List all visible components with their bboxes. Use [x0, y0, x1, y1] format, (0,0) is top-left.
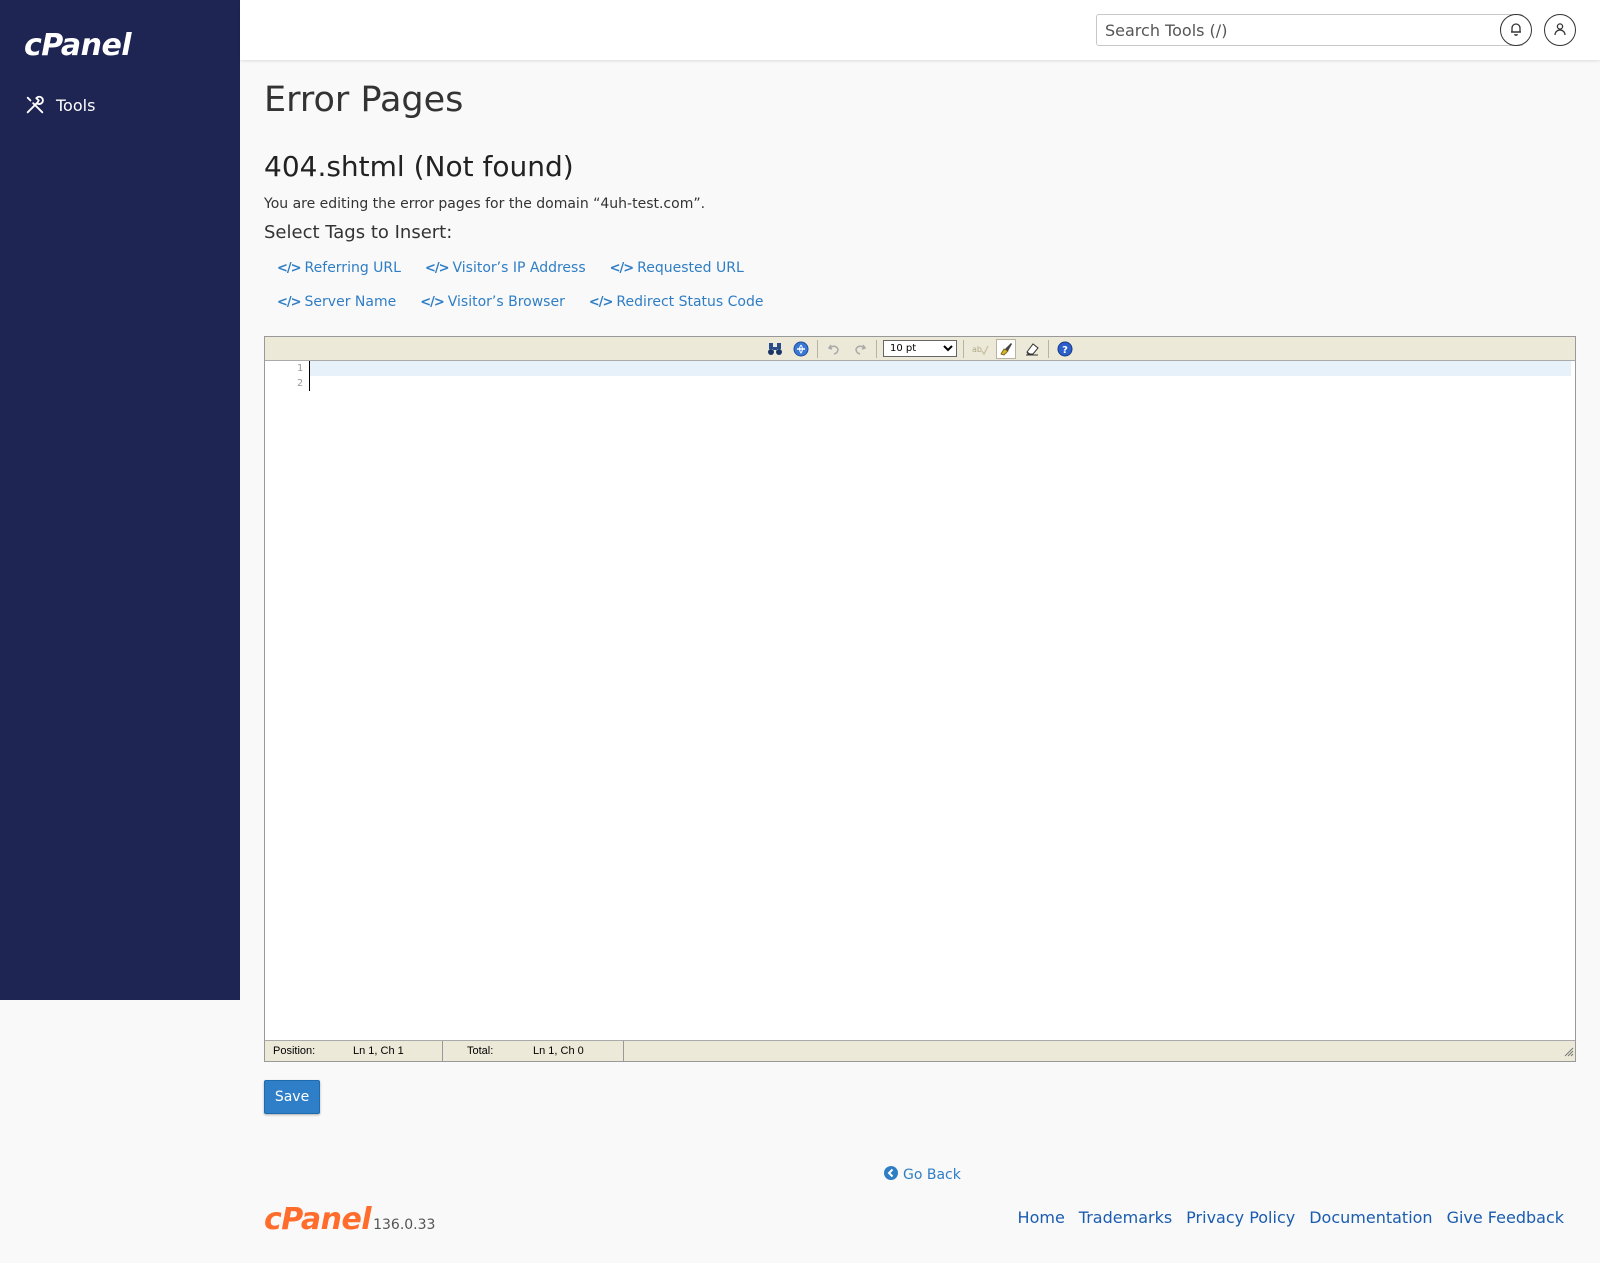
tag-row-1: </> Referring URL </> Visitor’s IP Addre… — [277, 260, 744, 276]
editor-status-bar: Position: Ln 1, Ch 1 Total: Ln 1, Ch 0 — [265, 1040, 1575, 1061]
toolbar-separator — [1048, 339, 1049, 358]
cpanel-logo[interactable]: cPanel — [24, 28, 132, 63]
redo-icon[interactable] — [850, 339, 870, 359]
toolbar-separator — [963, 339, 964, 358]
tag-redirect-status-code[interactable]: </> Redirect Status Code — [589, 294, 764, 310]
sidebar-item-label: Tools — [56, 95, 96, 115]
spellcheck-icon[interactable]: ab — [970, 339, 990, 359]
user-menu-button[interactable] — [1544, 14, 1576, 46]
arrow-left-circle-icon — [884, 1166, 898, 1184]
footer-link-give-feedback[interactable]: Give Feedback — [1447, 1208, 1564, 1227]
find-icon[interactable] — [765, 339, 785, 359]
code-icon: </> — [424, 260, 450, 276]
error-page-title: 404.shtml (Not found) — [264, 150, 574, 183]
line-number: 2 — [296, 378, 303, 389]
footer-logo: cPanel 136.0.33 — [264, 1205, 435, 1235]
footer-link-documentation[interactable]: Documentation — [1309, 1208, 1432, 1227]
tag-server-name[interactable]: </> Server Name — [277, 294, 396, 310]
notifications-button[interactable] — [1500, 14, 1532, 46]
tag-referring-url[interactable]: </> Referring URL — [277, 260, 401, 276]
search-input[interactable] — [1097, 15, 1477, 45]
text-caret — [309, 361, 310, 391]
goto-line-icon[interactable] — [791, 339, 811, 359]
position-value: Ln 1, Ch 1 — [353, 1045, 404, 1057]
toolbar-separator — [817, 339, 818, 358]
active-line-highlight — [309, 361, 1571, 376]
code-icon: </> — [277, 294, 302, 310]
undo-icon[interactable] — [824, 339, 844, 359]
font-size-select[interactable]: 8 pt 9 pt 10 pt 11 pt 12 pt 14 pt — [883, 340, 957, 357]
tag-label: Visitor’s IP Address — [452, 260, 586, 276]
svg-text:?: ? — [1062, 345, 1068, 356]
resize-grip-icon[interactable] — [1562, 1045, 1574, 1060]
code-editor: 8 pt 9 pt 10 pt 11 pt 12 pt 14 pt ab — [264, 336, 1576, 1062]
code-icon: </> — [420, 294, 445, 310]
tag-label: Referring URL — [304, 260, 401, 276]
status-total-cell: Total: Ln 1, Ch 0 — [443, 1041, 624, 1061]
eraser-icon[interactable] — [1022, 339, 1042, 359]
top-header — [240, 0, 1600, 60]
tag-label: Requested URL — [637, 260, 744, 276]
sidebar: cPanel Tools — [0, 0, 240, 1000]
tools-icon — [24, 94, 46, 116]
code-icon: </> — [588, 294, 614, 310]
tag-label: Server Name — [304, 294, 397, 310]
code-icon: </> — [277, 260, 302, 276]
go-back-link[interactable]: Go Back — [884, 1166, 961, 1184]
tag-requested-url[interactable]: </> Requested URL — [610, 260, 744, 276]
sidebar-item-tools[interactable]: Tools — [24, 94, 95, 116]
tag-row-2: </> Server Name </> Visitor’s Browser </… — [277, 294, 764, 310]
save-button[interactable]: Save — [264, 1080, 320, 1114]
tag-visitor-ip-address[interactable]: </> Visitor’s IP Address — [425, 260, 586, 276]
go-back-label: Go Back — [903, 1167, 961, 1183]
tag-label: Redirect Status Code — [616, 294, 764, 310]
status-position-cell: Position: Ln 1, Ch 1 — [265, 1041, 443, 1061]
footer-link-home[interactable]: Home — [1018, 1208, 1065, 1227]
editor-toolbar: 8 pt 9 pt 10 pt 11 pt 12 pt 14 pt ab — [265, 337, 1575, 361]
position-label: Position: — [273, 1045, 316, 1057]
select-tags-label: Select Tags to Insert: — [264, 222, 453, 243]
total-label: Total: — [467, 1045, 494, 1057]
bell-icon — [1509, 21, 1523, 40]
svg-text:ab: ab — [972, 345, 982, 354]
line-number-gutter: 1 2 — [265, 361, 307, 1041]
toolbar-separator — [876, 339, 877, 358]
line-number: 1 — [296, 363, 303, 374]
editor-text-area[interactable]: 1 2 — [265, 361, 1575, 1041]
code-icon: </> — [609, 260, 635, 276]
highlight-icon[interactable] — [996, 338, 1016, 359]
help-icon[interactable]: ? — [1055, 339, 1075, 359]
footer-links: Home Trademarks Privacy Policy Documenta… — [1018, 1208, 1564, 1227]
footer-version: 136.0.33 — [373, 1217, 436, 1233]
search-box[interactable] — [1096, 14, 1524, 46]
total-value: Ln 1, Ch 0 — [533, 1045, 584, 1057]
footer-brand[interactable]: cPanel — [264, 1205, 372, 1235]
domain-description: You are editing the error pages for the … — [264, 196, 706, 212]
user-icon — [1553, 21, 1567, 40]
footer-link-trademarks[interactable]: Trademarks — [1079, 1208, 1172, 1227]
footer-link-privacy-policy[interactable]: Privacy Policy — [1186, 1208, 1295, 1227]
tag-visitor-browser[interactable]: </> Visitor’s Browser — [420, 294, 565, 310]
tag-label: Visitor’s Browser — [447, 294, 565, 310]
page-title: Error Pages — [264, 80, 464, 120]
